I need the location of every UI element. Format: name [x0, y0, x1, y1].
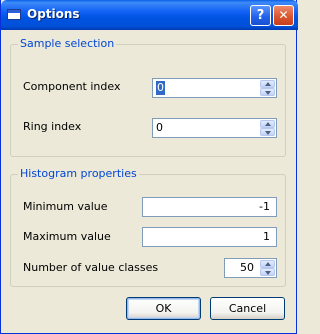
- options-dialog: Options ? ✕ Sample selection Component i…: [0, 0, 298, 334]
- spin-up-icon[interactable]: [260, 260, 275, 268]
- ring-index-stepper[interactable]: [260, 120, 275, 136]
- component-index-value[interactable]: 0: [156, 81, 165, 95]
- spin-down-icon[interactable]: [260, 128, 275, 136]
- close-button[interactable]: ✕: [273, 5, 294, 26]
- component-index-label: Component index: [23, 80, 121, 93]
- title-bar[interactable]: Options ? ✕: [1, 0, 298, 30]
- value-classes-spinbox[interactable]: 50: [224, 258, 277, 278]
- ring-index-spinbox[interactable]: 0: [152, 118, 277, 138]
- sample-selection-legend: Sample selection: [18, 37, 117, 51]
- cancel-button[interactable]: Cancel: [210, 297, 285, 320]
- spin-up-icon[interactable]: [260, 80, 275, 88]
- maximum-value-text[interactable]: 1: [146, 230, 270, 244]
- component-index-spinbox[interactable]: 0: [152, 78, 277, 98]
- ring-index-label: Ring index: [23, 120, 82, 133]
- window-title: Options: [27, 7, 80, 21]
- sample-selection-group: Sample selection Component index 0 Ring …: [10, 37, 286, 157]
- minimum-value-text[interactable]: -1: [146, 200, 270, 214]
- window-icon: [7, 9, 21, 20]
- ok-button[interactable]: OK: [126, 297, 201, 320]
- close-icon: ✕: [278, 8, 289, 22]
- spin-up-icon[interactable]: [260, 120, 275, 128]
- spin-down-icon[interactable]: [260, 268, 275, 276]
- maximum-value-input[interactable]: 1: [142, 227, 277, 247]
- ring-index-value[interactable]: 0: [156, 121, 256, 135]
- minimum-value-label: Minimum value: [23, 200, 108, 213]
- histogram-properties-legend: Histogram properties: [18, 167, 139, 181]
- spin-down-icon[interactable]: [260, 88, 275, 96]
- component-index-stepper[interactable]: [260, 80, 275, 96]
- help-icon: ?: [256, 8, 265, 23]
- value-classes-label: Number of value classes: [23, 261, 159, 274]
- histogram-properties-group: Histogram properties Minimum value -1 Ma…: [10, 167, 286, 287]
- value-classes-stepper[interactable]: [260, 260, 275, 276]
- value-classes-value[interactable]: 50: [240, 261, 254, 275]
- help-button[interactable]: ?: [250, 5, 271, 26]
- minimum-value-input[interactable]: -1: [142, 197, 277, 217]
- maximum-value-label: Maximum value: [23, 230, 111, 243]
